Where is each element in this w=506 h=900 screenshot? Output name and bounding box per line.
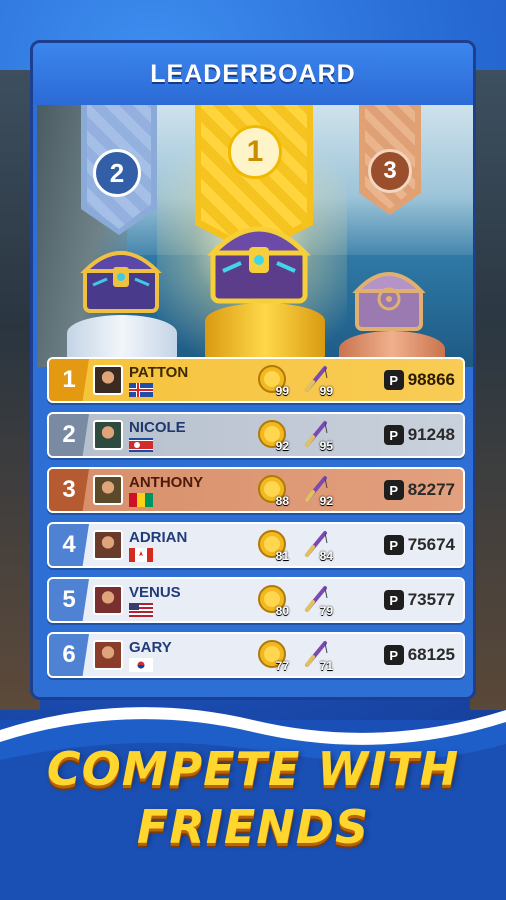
usa-flag-icon — [129, 602, 153, 617]
score: P 75674 — [383, 535, 455, 555]
player-name: ADRIAN — [129, 528, 188, 546]
rod-count: 95 — [319, 439, 333, 453]
canada-flag-icon — [129, 547, 153, 562]
south-korea-flag-icon — [129, 657, 153, 672]
podium-scene: 2 1 3 — [37, 105, 473, 367]
coin-stat: 92 — [253, 417, 293, 453]
player-name: NICOLE — [129, 418, 186, 436]
points-icon: P — [383, 425, 404, 445]
coin-count: 99 — [275, 384, 289, 398]
player-info: ANTHONY — [129, 474, 249, 507]
panel-header: LEADERBOARD — [33, 43, 473, 105]
player-info: ADRIAN — [129, 529, 249, 562]
silver-chest-icon[interactable] — [79, 239, 163, 315]
rod-stat: 99 — [297, 362, 337, 398]
avatar[interactable] — [93, 530, 123, 560]
points-icon: P — [383, 645, 404, 665]
rank-number: 3 — [49, 469, 89, 511]
leaderboard-panel: LEADERBOARD 2 1 3 1 PATTON 99 99 P 98866… — [30, 40, 476, 700]
points-icon: P — [383, 370, 404, 390]
coin-stat: 81 — [253, 527, 293, 563]
player-info: PATTON — [129, 364, 249, 397]
north-korea-flag-icon — [129, 437, 153, 452]
rod-stat: 92 — [297, 472, 337, 508]
player-info: GARY — [129, 639, 249, 672]
avatar[interactable] — [93, 585, 123, 615]
first-place-badge: 1 — [228, 125, 282, 179]
coin-count: 77 — [275, 659, 289, 673]
promo-line-1: COMPETE WITH — [46, 742, 460, 796]
second-place-badge: 2 — [93, 149, 141, 197]
score: P 91248 — [383, 425, 455, 445]
coin-count: 81 — [275, 549, 289, 563]
score: P 73577 — [383, 590, 455, 610]
coin-stat: 80 — [253, 582, 293, 618]
score-value: 75674 — [407, 535, 455, 554]
bronze-chest-icon[interactable] — [351, 259, 427, 333]
score-value: 82277 — [407, 480, 455, 499]
rod-count: 71 — [319, 659, 333, 673]
leaderboard-row[interactable]: 2 NICOLE 92 95 P 91248 — [47, 412, 465, 458]
player-name: VENUS — [129, 583, 181, 601]
player-name: GARY — [129, 638, 172, 656]
promo-banner: COMPETE WITH FRIENDS — [0, 740, 506, 856]
rank-number: 6 — [49, 634, 89, 676]
rank-number: 5 — [49, 579, 89, 621]
score: P 82277 — [383, 480, 455, 500]
coin-stat: 88 — [253, 472, 293, 508]
leaderboard-row[interactable]: 3 ANTHONY 88 92 P 82277 — [47, 467, 465, 513]
avatar[interactable] — [93, 420, 123, 450]
leaderboard-row[interactable]: 6 GARY 77 71 P 68125 — [47, 632, 465, 678]
player-name: PATTON — [129, 363, 189, 381]
avatar[interactable] — [93, 640, 123, 670]
rank-number: 2 — [49, 414, 89, 456]
leaderboard-row[interactable]: 4 ADRIAN 81 84 P 75674 — [47, 522, 465, 568]
coin-count: 80 — [275, 604, 289, 618]
third-place-badge: 3 — [368, 149, 412, 193]
guinea-flag-icon — [129, 492, 153, 507]
points-icon: P — [383, 590, 404, 610]
rod-stat: 71 — [297, 637, 337, 673]
points-icon: P — [383, 535, 404, 555]
rod-stat: 95 — [297, 417, 337, 453]
rank-number: 4 — [49, 524, 89, 566]
leaderboard-row[interactable]: 1 PATTON 99 99 P 98866 — [47, 357, 465, 403]
score: P 98866 — [383, 370, 455, 390]
score: P 68125 — [383, 645, 455, 665]
coin-stat: 99 — [253, 362, 293, 398]
leaderboard-title: LEADERBOARD — [150, 59, 356, 88]
rod-count: 92 — [319, 494, 333, 508]
avatar[interactable] — [93, 475, 123, 505]
player-info: VENUS — [129, 584, 249, 617]
points-icon: P — [383, 480, 404, 500]
promo-line-2: FRIENDS — [136, 800, 370, 854]
score-value: 98866 — [407, 370, 455, 389]
rod-count: 99 — [319, 384, 333, 398]
rod-stat: 84 — [297, 527, 337, 563]
rank-number: 1 — [49, 359, 89, 401]
score-value: 68125 — [407, 645, 455, 664]
rod-count: 79 — [319, 604, 333, 618]
coin-count: 88 — [275, 494, 289, 508]
gold-chest-icon[interactable] — [207, 211, 311, 307]
leaderboard-list: 1 PATTON 99 99 P 98866 2 NICOLE 92 95 P … — [47, 357, 465, 687]
rod-stat: 79 — [297, 582, 337, 618]
player-name: ANTHONY — [129, 473, 204, 491]
leaderboard-row[interactable]: 5 VENUS 80 79 P 73577 — [47, 577, 465, 623]
score-value: 91248 — [407, 425, 455, 444]
coin-stat: 77 — [253, 637, 293, 673]
player-info: NICOLE — [129, 419, 249, 452]
iceland-flag-icon — [129, 382, 153, 397]
avatar[interactable] — [93, 365, 123, 395]
coin-count: 92 — [275, 439, 289, 453]
score-value: 73577 — [407, 590, 455, 609]
rod-count: 84 — [319, 549, 333, 563]
